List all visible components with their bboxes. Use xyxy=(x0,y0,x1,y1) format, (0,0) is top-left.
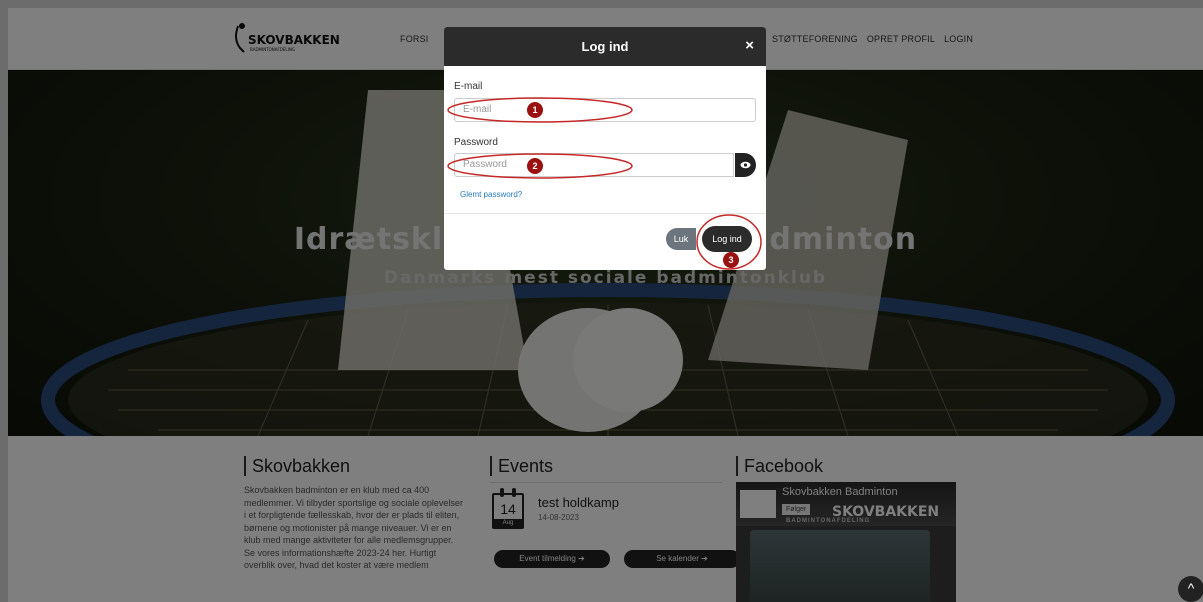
annotation-badge-1: 1 xyxy=(527,102,543,118)
show-password-button[interactable] xyxy=(735,153,756,177)
annotation-badge-2: 2 xyxy=(527,158,543,174)
scroll-to-top-button[interactable]: ^ xyxy=(1178,576,1203,602)
close-icon[interactable]: × xyxy=(745,37,754,54)
modal-header: Log ind × xyxy=(444,27,766,66)
chevron-up-icon: ^ xyxy=(1187,580,1195,596)
password-input[interactable]: Password xyxy=(454,153,734,177)
forgot-password-link[interactable]: Glemt password? xyxy=(460,190,522,199)
email-label: E-mail xyxy=(454,81,483,92)
close-button[interactable]: Luk xyxy=(666,228,696,250)
email-input[interactable]: E-mail xyxy=(454,98,756,122)
login-modal: Log ind × E-mail E-mail Password Passwor… xyxy=(444,27,766,270)
eye-icon xyxy=(740,161,751,169)
annotation-badge-3: 3 xyxy=(723,252,739,268)
modal-footer: Luk Log ind xyxy=(444,213,766,270)
modal-title: Log ind xyxy=(581,39,629,54)
password-label: Password xyxy=(454,137,498,148)
login-button[interactable]: Log ind xyxy=(702,226,752,252)
